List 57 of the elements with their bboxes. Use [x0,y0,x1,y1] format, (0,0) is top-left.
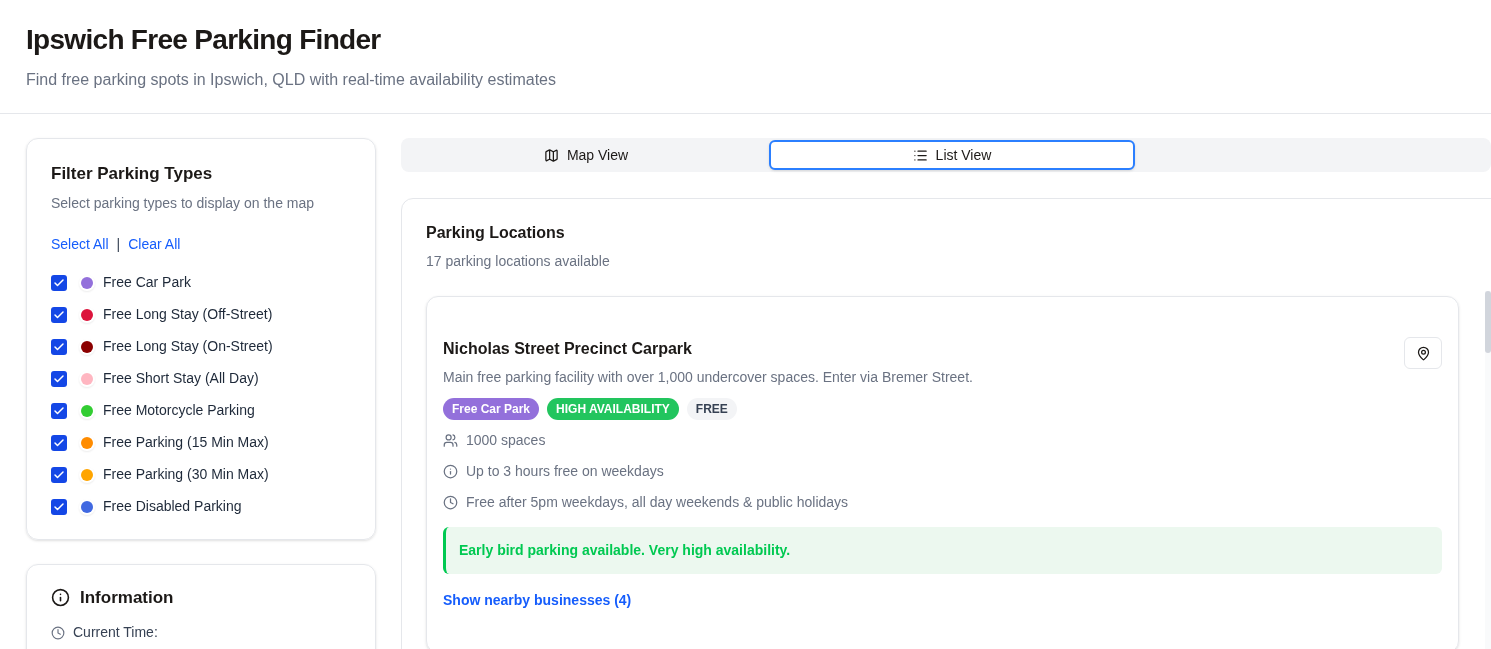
checkbox[interactable] [51,370,67,387]
check-icon [53,436,65,449]
page-subtitle: Find free parking spots in Ipswich, QLD with real-time availability estimates [26,70,556,90]
check-icon [53,404,65,417]
location-detail: Free after 5pm weekdays, all day weekends & public holidays [466,493,849,512]
show-on-map-button[interactable] [1404,337,1442,369]
checkbox[interactable] [51,338,67,355]
people-icon [443,433,458,448]
current-time-label: Current Time: [73,623,158,642]
tag: Free Car Park [443,398,540,420]
tag: FREE [686,398,737,420]
location-detail: Up to 3 hours free on weekdays [466,462,664,481]
scrollbar-thumb[interactable] [1485,291,1491,353]
info-icon [443,464,458,479]
map-icon [543,147,559,163]
checkbox[interactable] [51,434,67,451]
type-label: Free Short Stay (All Day) [103,369,259,388]
view-tab[interactable]: Map View [403,140,769,170]
check-icon [53,276,65,289]
type-label: Free Motorcycle Parking [103,401,255,420]
locations-title: Parking Locations [426,223,566,243]
checkbox[interactable] [51,274,67,291]
checkbox[interactable] [51,402,67,419]
location-name: Nicholas Street Precinct Carpark [443,339,692,359]
clock-icon [443,495,458,510]
list-icon [912,147,928,163]
check-icon [53,500,65,513]
check-icon [53,308,65,321]
clock-icon [51,625,65,640]
type-label: Free Disabled Parking [103,497,242,516]
filter-description: Select parking types to display on the map [51,193,316,213]
check-icon [53,340,65,353]
page-title: Ipswich Free Parking Finder [26,24,381,56]
nearby-businesses-link[interactable]: Show nearby businesses (4) [443,590,632,611]
type-label: Free Parking (15 Min Max) [103,433,269,452]
type-label: Free Parking (30 Min Max) [103,465,269,484]
location-detail: 1000 spaces [466,431,546,450]
type-label: Free Long Stay (On-Street) [103,337,273,356]
check-icon [53,468,65,481]
checkbox[interactable] [51,498,67,515]
map-pin-icon [1415,345,1431,361]
locations-count: 17 parking locations available [426,252,611,271]
checkbox[interactable] [51,466,67,483]
info-icon [51,587,70,607]
availability-note: Early bird parking available. Very high availability. [443,527,1442,574]
filter-title: Filter Parking Types [51,163,214,185]
information-title: Information [80,586,174,609]
type-label: Free Long Stay (Off-Street) [103,305,273,324]
check-icon [53,372,65,385]
view-tab[interactable]: List View [769,140,1135,170]
location-description: Main free parking facility with over 1,000 undercover spaces. Enter via Bremer Street. [443,368,974,387]
type-label: Free Car Park [103,273,191,292]
tag: HIGH AVAILABILITY [547,398,679,420]
select-all-link[interactable]: Select All [51,233,109,255]
checkbox[interactable] [51,306,67,323]
separator: | [116,234,121,254]
clear-all-link[interactable]: Clear All [128,233,181,255]
